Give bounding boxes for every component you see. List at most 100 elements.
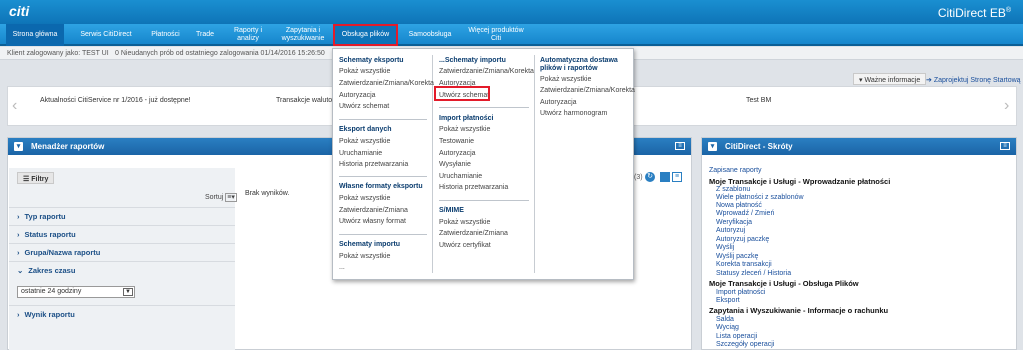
menu-section-data-export: Eksport danych <box>339 126 392 133</box>
filters-button[interactable]: ☰ Filtry <box>17 172 55 184</box>
menu-item[interactable]: Pokaż wszystkie <box>439 219 490 226</box>
menu-item[interactable]: Zatwierdzanie/Zmiana/Korekta <box>540 87 635 94</box>
menu-item[interactable]: Utwórz schemat <box>339 103 389 110</box>
menu-section-smime: S/MIME <box>439 207 464 214</box>
shortcut-link[interactable]: Autoryzuj <box>716 227 745 234</box>
menu-divider <box>339 119 427 120</box>
shortcut-link[interactable]: Wyciąg <box>716 324 739 331</box>
menu-item[interactable]: Pokaż wszystkie <box>339 138 390 145</box>
shortcut-link[interactable]: Salda <box>716 316 734 323</box>
menu-divider <box>339 234 427 235</box>
login-info: 0 Nieudanych prób od ostatniego zalogowa… <box>115 50 325 57</box>
chevron-down-icon: ⌄ <box>17 266 24 275</box>
menu-section-import-schemes-cont: ...Schematy importu <box>439 57 506 64</box>
menu-item[interactable]: Pokaż wszystkie <box>439 126 490 133</box>
next-arrow-icon[interactable]: › <box>1004 97 1009 115</box>
menu-item[interactable]: Uruchamianie <box>439 173 482 180</box>
shortcut-link[interactable]: Wiele płatności z szablonów <box>716 194 804 201</box>
pager-fragment: (3) <box>634 174 643 181</box>
menu-item[interactable]: Pokaż wszystkie <box>540 76 591 83</box>
menu-divider <box>339 176 427 177</box>
menu-item[interactable]: Testowanie <box>439 138 474 145</box>
file-services-menu: Schematy eksportu Pokaż wszystkie Zatwie… <box>332 48 635 280</box>
sort-control[interactable]: Sortuj ≡▾ <box>205 193 237 202</box>
chevron-right-icon: › <box>17 212 20 221</box>
saved-reports-link[interactable]: Zapisane raporty <box>709 167 762 174</box>
nav-reports[interactable]: Raporty i analizy <box>228 24 268 46</box>
news-item[interactable]: Test BM <box>746 97 771 104</box>
collapse-icon[interactable]: ▾ <box>708 142 717 151</box>
panel-options-icon[interactable]: ≡ <box>1000 142 1010 150</box>
shortcut-link[interactable]: Eksport <box>716 297 740 304</box>
shortcut-section-title: Zapytania i Wyszukiwanie - Informacje o … <box>709 306 889 315</box>
sort-icon: ≡▾ <box>225 193 237 202</box>
shortcut-link[interactable]: Nowa płatność <box>716 202 762 209</box>
collapse-icon[interactable]: ▾ <box>14 142 23 151</box>
menu-divider <box>439 107 529 108</box>
refresh-icon[interactable]: ↻ <box>645 172 655 182</box>
shortcut-link[interactable]: Weryfikacja <box>716 219 752 226</box>
registered-mark: ® <box>1005 7 1011 14</box>
shortcut-link[interactable]: Wyślij <box>716 244 734 251</box>
menu-item[interactable]: Zatwierdzanie/Zmiana <box>439 230 508 237</box>
citi-logo[interactable]: citi <box>9 3 29 19</box>
filter-label: Grupa/Nazwa raportu <box>24 248 101 257</box>
list-view-icon[interactable]: ≡ <box>672 172 682 182</box>
shortcut-link[interactable]: Lista operacji <box>716 333 757 340</box>
filters-label: Filtry <box>31 176 49 183</box>
filter-time-range[interactable]: ⌄ Zakres czasu <box>9 261 235 305</box>
grid-view-icon[interactable] <box>660 172 670 182</box>
menu-item[interactable]: Wysyłanie <box>439 161 471 168</box>
shortcut-link[interactable]: Import płatności <box>716 289 765 296</box>
filter-report-group[interactable]: › Grupa/Nazwa raportu <box>9 243 235 260</box>
design-start-page-link[interactable]: ➔ Zaprojektuj Stronę Startową <box>926 76 1021 84</box>
filter-report-status[interactable]: › Status raportu <box>9 225 235 242</box>
nav-trade[interactable]: Trade <box>190 24 220 46</box>
filter-label: Typ raportu <box>24 212 66 221</box>
menu-item[interactable]: Utwórz własny format <box>339 218 406 225</box>
menu-column-divider <box>432 55 433 273</box>
nav-more-products[interactable]: Więcej produktów Citi <box>465 24 527 46</box>
menu-item[interactable]: Pokaż wszystkie <box>339 68 390 75</box>
news-item[interactable]: Aktualności CitiService nr 1/2016 - już … <box>40 97 191 104</box>
no-results-text: Brak wyników. <box>245 190 290 197</box>
nav-file-services[interactable]: Obsługa plików <box>333 24 398 46</box>
menu-item[interactable]: Historia przetwarzania <box>439 184 508 191</box>
filter-report-result[interactable]: › Wynik raportu <box>9 305 235 322</box>
nav-self-service[interactable]: Samoobsługa <box>404 24 456 46</box>
panel-options-icon[interactable]: ≡ <box>675 142 685 150</box>
filter-label: Status raportu <box>24 230 76 239</box>
menu-item[interactable]: Zatwierdzanie/Zmiana/Korekta <box>439 68 534 75</box>
shortcut-link[interactable]: Z szablonu <box>716 186 750 193</box>
shortcut-link[interactable]: Korekta transakcji <box>716 261 772 268</box>
menu-item[interactable]: Autoryzacja <box>339 92 376 99</box>
menu-item[interactable]: Pokaż wszystkie <box>339 195 390 202</box>
menu-item[interactable]: Autoryzacja <box>540 99 577 106</box>
menu-section-auto-delivery: Automatyczna dostawa plików i raportów <box>540 57 618 72</box>
menu-item[interactable]: Historia przetwarzania <box>339 161 408 168</box>
time-range-select[interactable]: ostatnie 24 godziny ▼ <box>17 286 135 298</box>
shortcut-link[interactable]: Autoryzuj paczkę <box>716 236 769 243</box>
menu-item[interactable]: Utwórz harmonogram <box>540 110 607 117</box>
menu-item[interactable]: Autoryzacja <box>439 150 476 157</box>
shortcut-link[interactable]: Szczegóły operacji <box>716 341 774 348</box>
menu-item[interactable]: Zatwierdzanie/Zmiana/Korekta <box>339 80 434 87</box>
menu-item[interactable]: Zatwierdzanie/Zmiana <box>339 207 408 214</box>
highlight-create-scheme <box>434 86 490 101</box>
menu-item[interactable]: Utwórz certyfikat <box>439 242 491 249</box>
menu-item[interactable]: Pokaż wszystkie <box>339 253 390 260</box>
important-info-button[interactable]: ▾ Ważne informacje <box>853 73 927 85</box>
dropdown-arrow-icon: ▼ <box>123 288 133 296</box>
shortcut-link[interactable]: Wprowadź / Zmień <box>716 210 774 217</box>
nav-citidirect-service[interactable]: Serwis CitiDirect <box>72 24 140 46</box>
shortcut-link[interactable]: Statusy zleceń / Historia <box>716 270 791 277</box>
menu-item[interactable]: ... <box>339 264 345 271</box>
prev-arrow-icon[interactable]: ‹ <box>12 97 17 115</box>
shortcut-link[interactable]: Wyślij paczkę <box>716 253 758 260</box>
nav-inquiries[interactable]: Zapytania i wyszukiwanie <box>280 24 326 46</box>
menu-item[interactable]: Uruchamianie <box>339 150 382 157</box>
nav-home[interactable]: Strona główna <box>6 24 64 46</box>
menu-column-divider <box>534 55 535 273</box>
filter-report-type[interactable]: › Typ raportu <box>9 207 235 224</box>
nav-payments[interactable]: Płatności <box>143 24 188 46</box>
